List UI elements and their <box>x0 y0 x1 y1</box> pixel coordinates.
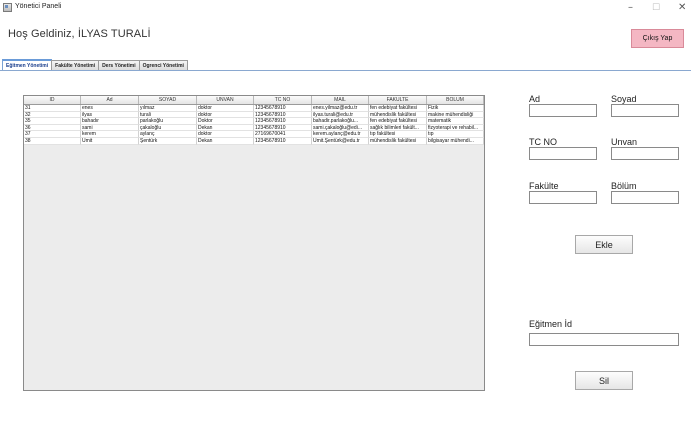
instructor-id-label: Eğitmen İd <box>529 319 573 329</box>
cell-fakulte: tıp fakültesi <box>369 131 427 138</box>
ad-input[interactable] <box>529 104 597 117</box>
admin-panel-window: Yönetici Paneli – ☐ ✕ Hoş Geldiniz, İLYA… <box>0 0 691 428</box>
logout-button[interactable]: Çıkış Yap <box>631 29 684 48</box>
cell-id: 37 <box>24 131 81 138</box>
instructor-id-input[interactable] <box>529 333 679 346</box>
cell-tc: 12345678910 <box>254 111 312 119</box>
cell-ad: sami <box>81 124 139 132</box>
cell-id: 31 <box>24 105 81 112</box>
tab-instructor-management[interactable]: Eğitmen Yönetimi <box>2 59 53 70</box>
maximize-icon[interactable]: ☐ <box>652 2 660 14</box>
cell-tc: 12345678910 <box>254 105 312 112</box>
cell-soyad: parlakoğlu <box>139 118 197 125</box>
soyad-input[interactable] <box>611 104 679 117</box>
cell-tc: 12345678910 <box>254 124 312 132</box>
tab-divider <box>0 70 691 71</box>
cell-fakulte: sağlık bilimleri fakült... <box>369 124 427 132</box>
column-header-fakulte[interactable]: FAKULTE <box>369 96 427 104</box>
ad-label: Ad <box>529 94 541 104</box>
cell-fakulte: fen edebiyat fakültesi <box>369 118 427 125</box>
tab-faculty-management[interactable]: Fakülte Yönetimi <box>51 60 100 70</box>
tc-input[interactable] <box>529 147 597 160</box>
cell-mail: sami.çakaloğlu@edi... <box>312 124 369 132</box>
minimize-icon[interactable]: – <box>628 2 633 14</box>
cell-unvan: Dekan <box>197 137 254 145</box>
cell-unvan: doktor <box>197 131 254 138</box>
column-header-unvan[interactable]: UNVAN <box>197 96 254 104</box>
fakulte-label: Fakülte <box>529 181 559 191</box>
column-header-ad[interactable]: Ad <box>81 96 139 104</box>
column-header-mail[interactable]: MAIL <box>312 96 369 104</box>
cell-ad: Ümit <box>81 137 139 145</box>
table-row[interactable]: 38 Ümit Şentürk Dekan 12345678910 Ümit.Ş… <box>24 137 484 145</box>
window-title: Yönetici Paneli <box>15 3 62 10</box>
title-bar: Yönetici Paneli – ☐ ✕ <box>0 0 691 18</box>
cell-bolum: tıp <box>427 131 484 138</box>
column-header-tc[interactable]: TC NO <box>254 96 312 104</box>
cell-id: 38 <box>24 137 81 145</box>
bolum-input[interactable] <box>611 191 679 204</box>
cell-mail: kerem.aylanç@edu.tr <box>312 131 369 138</box>
cell-fakulte: mühendislik fakültesi <box>369 137 427 145</box>
cell-fakulte: fen edebiyat fakültesi <box>369 105 427 112</box>
delete-button[interactable]: Sil <box>575 371 633 390</box>
add-button[interactable]: Ekle <box>575 235 633 254</box>
cell-id: 32 <box>24 111 81 119</box>
cell-soyad: çakaloğlu <box>139 124 197 132</box>
cell-unvan: doktor <box>197 105 254 112</box>
cell-bolum: Fizik <box>427 105 484 112</box>
table-row[interactable]: 37 kerem aylanç doktor 27169670041 kerem… <box>24 131 484 138</box>
column-header-bolum[interactable]: BOLUM <box>427 96 484 104</box>
cell-mail: ilyas.turali@edu.tr <box>312 111 369 119</box>
cell-ad: ilyas <box>81 111 139 119</box>
cell-ad: enes <box>81 105 139 112</box>
column-header-soyad[interactable]: SOYAD <box>139 96 197 104</box>
table-row[interactable]: 35 bahadır parlakoğlu Doktor 12345678910… <box>24 118 484 125</box>
instructor-table[interactable]: ID Ad SOYAD UNVAN TC NO MAIL FAKULTE BOL… <box>23 95 485 391</box>
cell-unvan: Dekan <box>197 124 254 132</box>
cell-tc: 27169670041 <box>254 131 312 138</box>
tab-course-management[interactable]: Ders Yönetimi <box>98 60 140 70</box>
cell-id: 36 <box>24 124 81 132</box>
close-icon[interactable]: ✕ <box>678 2 686 14</box>
soyad-label: Soyad <box>611 94 637 104</box>
cell-unvan: doktor <box>197 111 254 119</box>
table-row[interactable]: 36 sami çakaloğlu Dekan 12345678910 sami… <box>24 124 484 132</box>
table-header: ID Ad SOYAD UNVAN TC NO MAIL FAKULTE BOL… <box>24 96 484 105</box>
tab-bar: Eğitmen Yönetimi Fakülte Yönetimi Ders Y… <box>2 59 188 70</box>
app-icon <box>3 3 12 12</box>
tc-label: TC NO <box>529 137 557 147</box>
cell-ad: kerem <box>81 131 139 138</box>
cell-ad: bahadır <box>81 118 139 125</box>
cell-mail: Ümit.Şentürk@edu.tr <box>312 137 369 145</box>
fakulte-input[interactable] <box>529 191 597 204</box>
table-row[interactable]: 31 enes yılmaz doktor 12345678910 enes.y… <box>24 105 484 112</box>
unvan-label: Unvan <box>611 137 638 147</box>
cell-fakulte: mühendislik fakültesi <box>369 111 427 119</box>
welcome-label: Hoş Geldiniz, İLYAS TURALİ <box>8 28 151 40</box>
cell-soyad: turali <box>139 111 197 119</box>
cell-tc: 12345678910 <box>254 118 312 125</box>
cell-soyad: yılmaz <box>139 105 197 112</box>
cell-bolum: makine mühendisliği <box>427 111 484 119</box>
cell-tc: 12345678910 <box>254 137 312 145</box>
unvan-input[interactable] <box>611 147 679 160</box>
bolum-label: Bölüm <box>611 181 637 191</box>
table-row[interactable]: 32 ilyas turali doktor 12345678910 ilyas… <box>24 111 484 119</box>
cell-unvan: Doktor <box>197 118 254 125</box>
cell-soyad: aylanç <box>139 131 197 138</box>
cell-mail: bahadir.parlakoğlu... <box>312 118 369 125</box>
cell-bolum: fizyoterapi ve rehabil... <box>427 124 484 132</box>
column-header-id[interactable]: ID <box>24 96 81 104</box>
cell-id: 35 <box>24 118 81 125</box>
tab-student-management[interactable]: Ogrenci Yönetimi <box>138 60 188 70</box>
cell-bolum: bilgisayar mühendi... <box>427 137 484 145</box>
cell-bolum: matematik <box>427 118 484 125</box>
cell-soyad: Şentürk <box>139 137 197 145</box>
cell-mail: enes.yilmaz@edu.tr <box>312 105 369 112</box>
